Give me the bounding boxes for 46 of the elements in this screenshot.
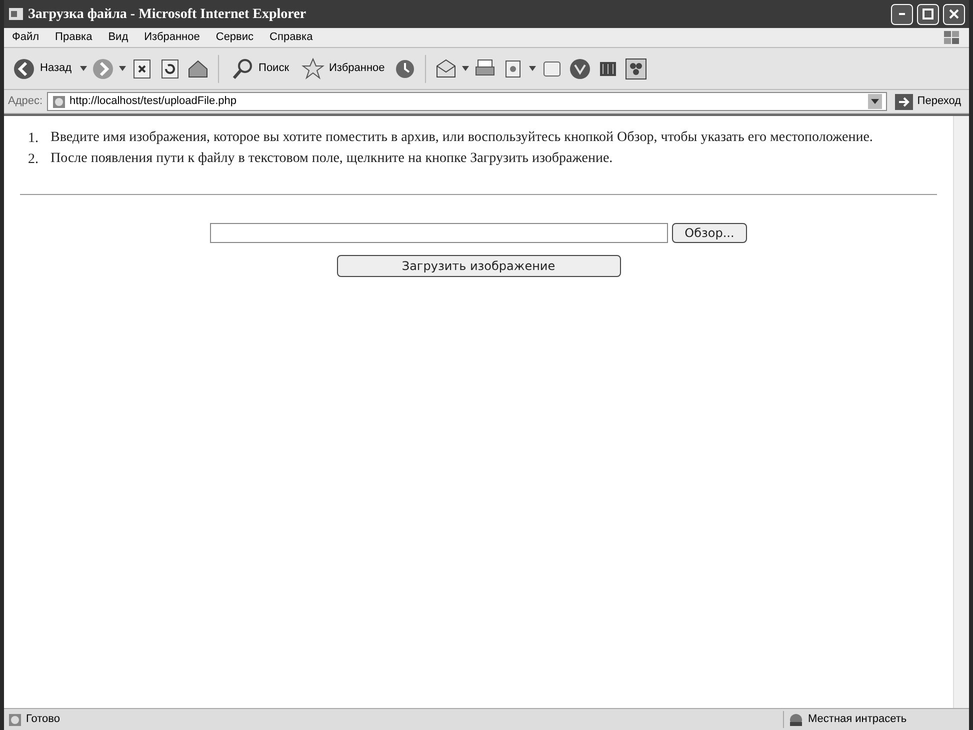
list-number: 1. — [28, 130, 38, 148]
browser-icon — [8, 6, 24, 22]
menu-item[interactable]: Справка — [270, 29, 313, 46]
instruction-text: После появления пути к файлу в текстовом поле, щелкните на кнопке Загрузить изображение. — [50, 150, 613, 168]
back-icon[interactable] — [12, 56, 36, 80]
caret-icon[interactable] — [462, 66, 469, 71]
minimize-button[interactable] — [891, 4, 913, 24]
page-icon — [8, 712, 22, 726]
file-path-field[interactable] — [210, 223, 668, 243]
upload-button[interactable]: Загрузить изображение — [336, 255, 620, 277]
zone-text: Местная интрасеть — [808, 712, 907, 728]
close-button[interactable] — [943, 4, 965, 24]
maximize-icon — [922, 8, 934, 20]
menu-item[interactable]: Избранное — [144, 29, 200, 46]
globe-icon[interactable] — [568, 56, 592, 80]
caret-icon[interactable] — [118, 66, 126, 71]
close-icon — [948, 8, 960, 20]
go-button[interactable]: Переход — [891, 93, 965, 110]
search-icon[interactable] — [230, 56, 255, 80]
browse-button[interactable]: Обзор... — [672, 223, 748, 243]
menu-item[interactable]: Правка — [55, 29, 92, 46]
windows-logo-icon — [943, 30, 961, 46]
back-button[interactable]: Назад — [8, 56, 76, 80]
search-button[interactable]: Поиск — [226, 56, 294, 80]
address-field[interactable]: http://localhost/test/uploadFile.php — [46, 92, 888, 111]
caret-icon[interactable] — [528, 66, 536, 71]
menu-item[interactable]: Вид — [108, 29, 128, 46]
scrollbar[interactable] — [953, 116, 969, 708]
favorites-button[interactable]: Избранное — [297, 56, 389, 80]
caret-icon[interactable] — [80, 66, 87, 71]
minimize-icon — [898, 13, 906, 15]
page-icon — [52, 94, 66, 108]
dropdown-icon[interactable] — [868, 94, 882, 109]
instruction-text: Введите имя изображения, которое вы хотите поместить в архив, или воспользуйтесь кнопкой Обзор, чтобы указать его местоположение. — [50, 129, 873, 147]
grapes-icon[interactable] — [624, 56, 648, 80]
star-icon[interactable] — [301, 56, 326, 80]
list-number: 2. — [28, 151, 38, 169]
menu-item[interactable]: Файл — [12, 29, 40, 46]
window-title: Загрузка файла - Microsoft Internet Explorer — [28, 6, 306, 24]
maximize-button[interactable] — [917, 4, 939, 24]
url-text: http://localhost/test/uploadFile.php — [70, 94, 236, 110]
status-text: Готово — [26, 712, 60, 728]
menu-item[interactable]: Сервис — [216, 29, 254, 46]
mail-icon[interactable] — [434, 56, 458, 80]
network-icon — [788, 712, 804, 726]
address-label: Адрес: — [8, 94, 43, 110]
